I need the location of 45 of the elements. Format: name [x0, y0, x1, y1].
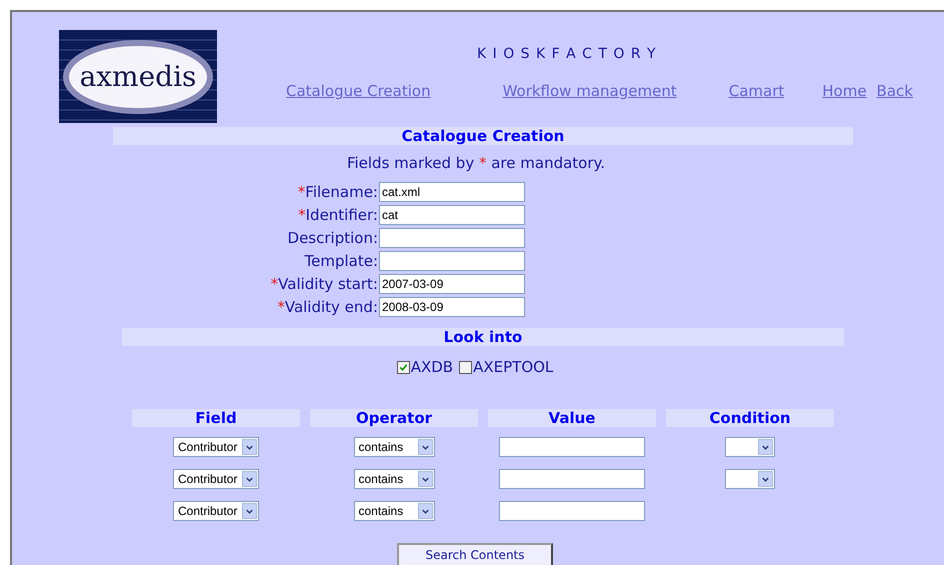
checkbox[interactable]	[396, 360, 410, 374]
operator-dropdown[interactable]: contains	[354, 437, 434, 457]
condition-dropdown[interactable]	[725, 469, 775, 489]
field-label: *Validity start:	[270, 274, 378, 292]
input-field[interactable]: 2007-03-09	[379, 274, 525, 294]
caret-icon	[418, 439, 432, 455]
value-field[interactable]	[499, 501, 645, 521]
checkbox-label: AXEPTOOL	[473, 358, 554, 376]
section-title: Catalogue Creation	[402, 127, 564, 145]
condition-dropdown[interactable]	[725, 437, 775, 457]
field-dropdown[interactable]: Contributor	[173, 469, 259, 489]
column-title: Condition	[709, 409, 791, 427]
operator-dropdown[interactable]: contains	[354, 469, 434, 489]
input-field[interactable]	[379, 250, 525, 270]
input-field[interactable]: 2008-03-09	[379, 296, 525, 316]
field-dropdown[interactable]: Contributor	[173, 437, 259, 457]
caret-icon	[418, 471, 432, 487]
field-label: Template:	[304, 252, 378, 270]
caret-icon	[242, 503, 257, 519]
caret-icon	[242, 439, 257, 455]
input-field[interactable]: cat.xml	[379, 182, 525, 202]
operator-dropdown[interactable]: contains	[354, 501, 434, 521]
field-dropdown[interactable]: Contributor	[173, 501, 259, 521]
field-label: *Filename:	[296, 182, 378, 200]
logo-text: axmedis	[80, 60, 196, 93]
checkbox[interactable]	[459, 360, 472, 374]
caret-icon	[758, 471, 773, 487]
section-title: Look into	[444, 328, 522, 346]
caret-icon	[758, 439, 773, 455]
site-title: K I O S K F A C T O R Y	[477, 46, 658, 62]
column-title: Operator	[356, 409, 432, 427]
caret-icon	[242, 471, 257, 487]
input-field[interactable]: cat	[379, 204, 525, 224]
field-label: Description:	[286, 228, 378, 246]
input-field[interactable]	[379, 228, 525, 248]
field-label: *Validity end:	[276, 298, 378, 316]
column-title: Field	[195, 409, 237, 427]
search-button[interactable]: Search Contents	[397, 543, 553, 565]
caret-icon	[418, 503, 432, 519]
value-field[interactable]	[499, 437, 645, 457]
mandatory-note: Fields marked by * are mandatory.	[346, 154, 606, 172]
column-title: Value	[548, 409, 596, 427]
field-label: *Identifier:	[297, 206, 378, 224]
checkbox-label: AXDB	[410, 358, 454, 376]
value-field[interactable]	[499, 469, 645, 489]
